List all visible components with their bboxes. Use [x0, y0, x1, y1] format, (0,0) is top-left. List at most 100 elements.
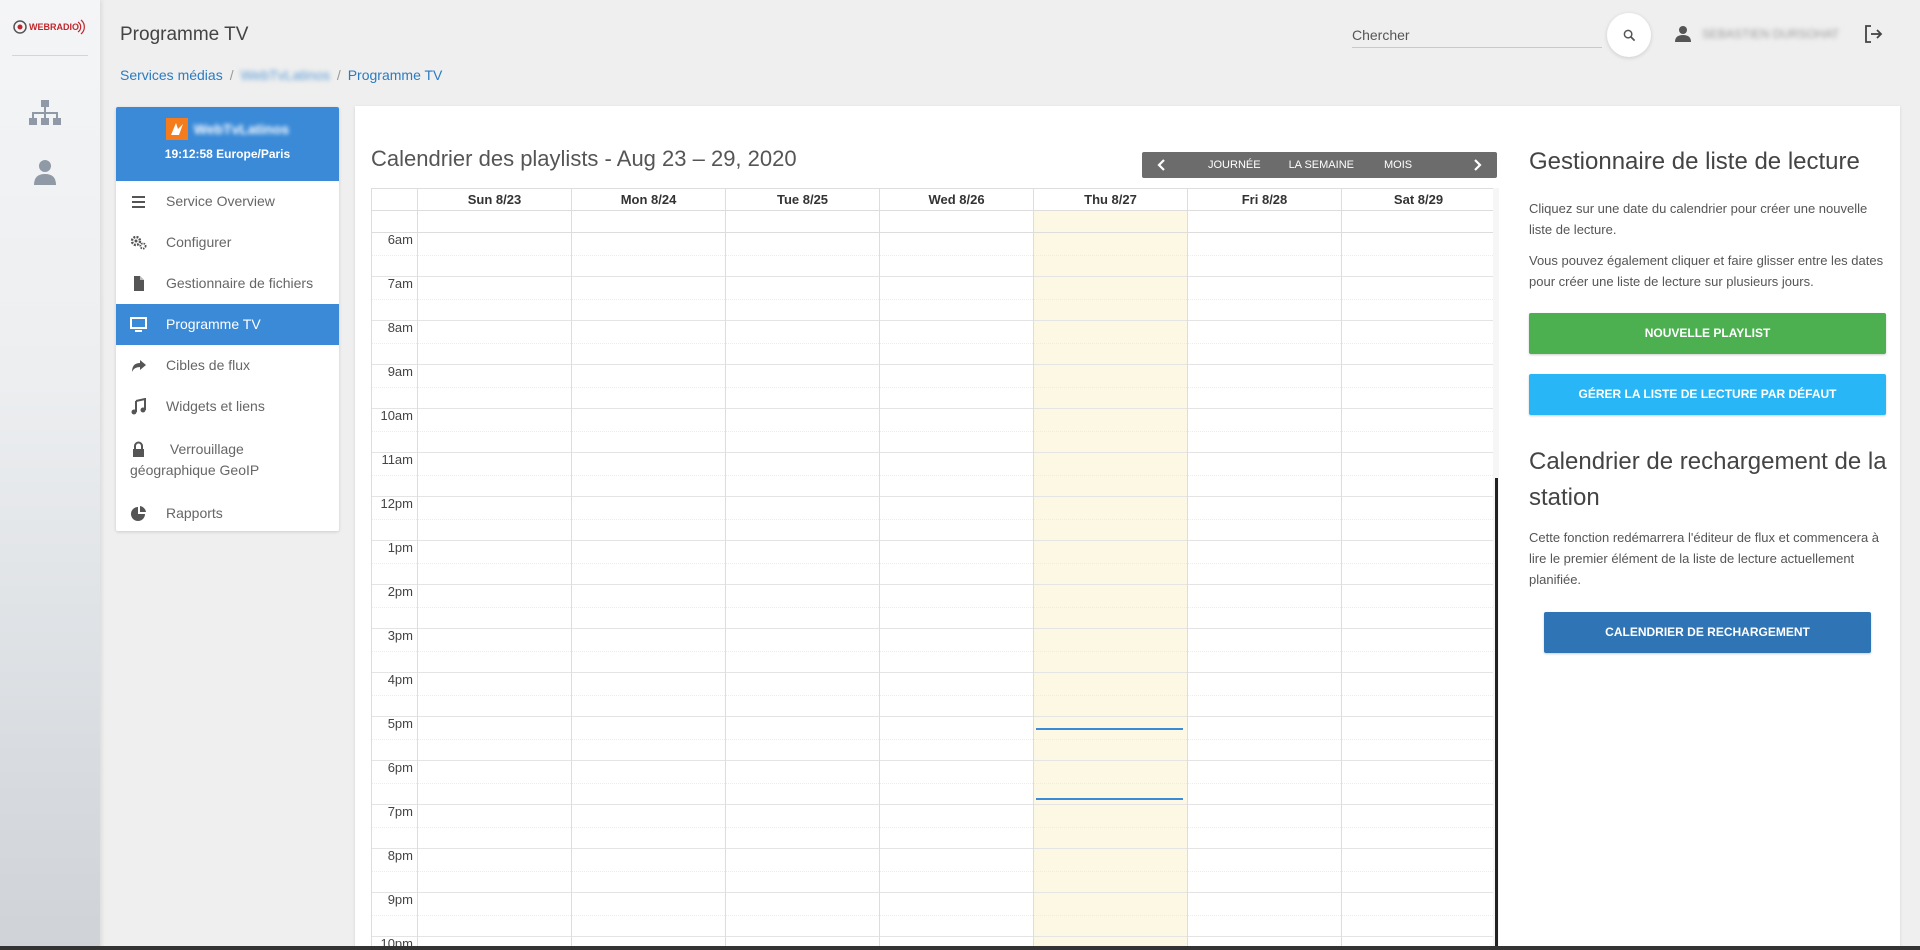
- day-header[interactable]: Sun 8/23: [418, 189, 572, 210]
- time-slot[interactable]: [880, 673, 1033, 717]
- time-slot[interactable]: [1342, 717, 1495, 761]
- time-slot[interactable]: [1342, 541, 1495, 585]
- logout-icon[interactable]: [1862, 23, 1884, 45]
- time-slot[interactable]: [1034, 673, 1187, 717]
- time-slot[interactable]: [1342, 233, 1495, 277]
- all-day-cell[interactable]: [1342, 211, 1496, 232]
- time-slot[interactable]: [572, 233, 725, 277]
- day-header[interactable]: Thu 8/27: [1034, 189, 1188, 210]
- menu-file-manager[interactable]: Gestionnaire de fichiers: [116, 263, 339, 304]
- time-slot[interactable]: [572, 893, 725, 937]
- time-slot[interactable]: [1342, 321, 1495, 365]
- time-slot[interactable]: [572, 453, 725, 497]
- time-slot[interactable]: [726, 321, 879, 365]
- time-slot[interactable]: [572, 629, 725, 673]
- time-slot[interactable]: [1342, 673, 1495, 717]
- time-slot[interactable]: [1034, 321, 1187, 365]
- time-slot[interactable]: [418, 761, 571, 805]
- time-slot[interactable]: [572, 541, 725, 585]
- time-slot[interactable]: [572, 497, 725, 541]
- sitemap-icon[interactable]: [28, 98, 62, 128]
- all-day-cell[interactable]: [418, 211, 572, 232]
- breadcrumb-current[interactable]: Programme TV: [348, 67, 443, 83]
- time-slot[interactable]: [572, 717, 725, 761]
- time-slot[interactable]: [418, 453, 571, 497]
- time-slot[interactable]: [418, 673, 571, 717]
- time-slot[interactable]: [1034, 409, 1187, 453]
- time-slot[interactable]: [726, 805, 879, 849]
- all-day-cell[interactable]: [880, 211, 1034, 232]
- time-slot[interactable]: [880, 541, 1033, 585]
- time-slot[interactable]: [1188, 629, 1341, 673]
- day-header[interactable]: Wed 8/26: [880, 189, 1034, 210]
- new-playlist-button[interactable]: NOUVELLE PLAYLIST: [1529, 313, 1886, 354]
- time-slot[interactable]: [1342, 453, 1495, 497]
- menu-reports[interactable]: Rapports: [116, 493, 339, 531]
- time-slot[interactable]: [726, 717, 879, 761]
- time-slot[interactable]: [1034, 893, 1187, 937]
- day-column[interactable]: [726, 233, 880, 949]
- time-slot[interactable]: [880, 233, 1033, 277]
- time-slot[interactable]: [1188, 453, 1341, 497]
- time-slot[interactable]: [726, 409, 879, 453]
- time-slot[interactable]: [1188, 233, 1341, 277]
- time-slot[interactable]: [1188, 365, 1341, 409]
- search-input[interactable]: [1352, 24, 1602, 46]
- view-week-button[interactable]: LA SEMAINE: [1275, 152, 1368, 178]
- day-header[interactable]: Fri 8/28: [1188, 189, 1342, 210]
- time-slot[interactable]: [1342, 409, 1495, 453]
- all-day-cell[interactable]: [1034, 211, 1188, 232]
- time-slot[interactable]: [1342, 585, 1495, 629]
- time-slot[interactable]: [418, 849, 571, 893]
- time-slot[interactable]: [880, 893, 1033, 937]
- time-slot[interactable]: [1034, 717, 1187, 761]
- brand-logo[interactable]: WEBRADIO: [12, 16, 88, 38]
- time-slot[interactable]: [1342, 805, 1495, 849]
- time-slot[interactable]: [1034, 541, 1187, 585]
- time-slot[interactable]: [572, 365, 725, 409]
- time-slot[interactable]: [880, 277, 1033, 321]
- time-slot[interactable]: [1188, 541, 1341, 585]
- menu-service-overview[interactable]: Service Overview: [116, 181, 339, 222]
- time-slot[interactable]: [1034, 277, 1187, 321]
- time-slot[interactable]: [1188, 673, 1341, 717]
- time-slot[interactable]: [880, 365, 1033, 409]
- manage-default-playlist-button[interactable]: GÉRER LA LISTE DE LECTURE PAR DÉFAUT: [1529, 374, 1886, 415]
- time-slot[interactable]: [1034, 365, 1187, 409]
- time-slot[interactable]: [1188, 497, 1341, 541]
- time-slot[interactable]: [1342, 497, 1495, 541]
- time-slot[interactable]: [726, 585, 879, 629]
- time-slot[interactable]: [418, 893, 571, 937]
- time-slot[interactable]: [880, 321, 1033, 365]
- all-day-cell[interactable]: [572, 211, 726, 232]
- time-slot[interactable]: [1342, 629, 1495, 673]
- day-header[interactable]: Sat 8/29: [1342, 189, 1496, 210]
- time-slot[interactable]: [726, 893, 879, 937]
- time-slot[interactable]: [880, 585, 1033, 629]
- time-slot[interactable]: [880, 849, 1033, 893]
- time-slot[interactable]: [880, 497, 1033, 541]
- time-slot[interactable]: [1034, 453, 1187, 497]
- time-slot[interactable]: [1188, 585, 1341, 629]
- time-slot[interactable]: [880, 629, 1033, 673]
- day-column[interactable]: [1342, 233, 1496, 949]
- view-month-button[interactable]: MOIS: [1368, 152, 1432, 178]
- time-slot[interactable]: [1188, 805, 1341, 849]
- next-week-button[interactable]: [1457, 152, 1497, 178]
- scrollbar-thumb[interactable]: [1495, 478, 1498, 950]
- time-slot[interactable]: [418, 233, 571, 277]
- time-slot[interactable]: [572, 849, 725, 893]
- time-slot[interactable]: [726, 365, 879, 409]
- time-slot[interactable]: [1188, 893, 1341, 937]
- menu-tv-programme[interactable]: Programme TV: [116, 304, 339, 345]
- event-marker-line[interactable]: [1036, 798, 1183, 801]
- time-slot[interactable]: [726, 277, 879, 321]
- breadcrumb-service[interactable]: WebTvLatinos: [241, 67, 330, 83]
- all-day-cell[interactable]: [1188, 211, 1342, 232]
- day-column[interactable]: [1034, 233, 1188, 949]
- time-slot[interactable]: [418, 717, 571, 761]
- menu-geoip-lock[interactable]: Verrouillage géographique GeoIP: [116, 427, 339, 493]
- time-slot[interactable]: [1342, 277, 1495, 321]
- time-slot[interactable]: [572, 321, 725, 365]
- time-slot[interactable]: [880, 717, 1033, 761]
